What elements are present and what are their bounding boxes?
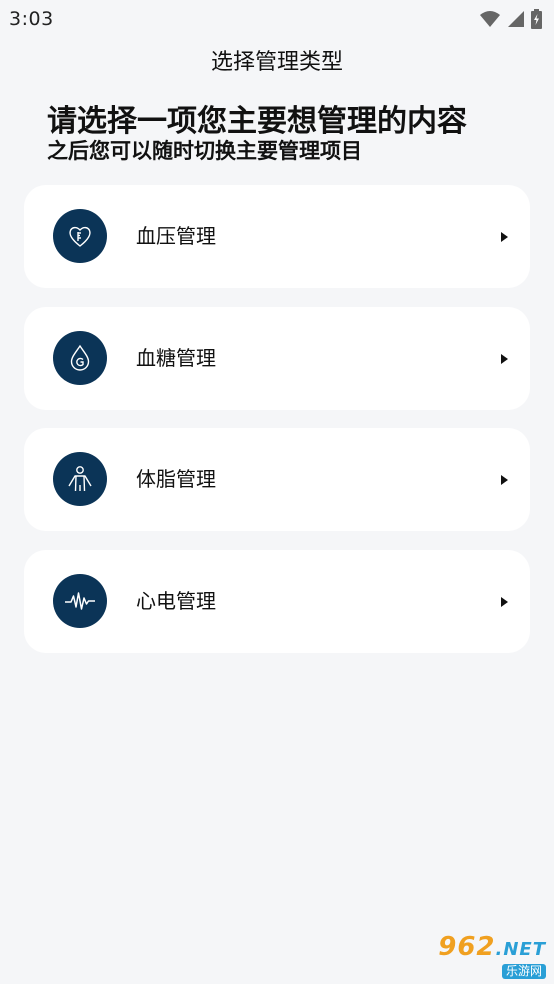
card-label: 血糖管理 (136, 345, 216, 370)
body-figure-icon (53, 452, 107, 506)
blood-glucose-card[interactable]: 血糖管理 (24, 306, 530, 410)
status-icons (479, 9, 542, 29)
card-label: 体脂管理 (136, 467, 216, 491)
wifi-icon (480, 11, 500, 27)
ecg-card[interactable]: 心电管理 (24, 549, 530, 653)
blood-pressure-card[interactable]: 血压管理 (24, 185, 530, 288)
site-watermark: 962.NET 乐游网 (414, 931, 546, 979)
status-bar: 3:03 (0, 0, 554, 38)
prompt-subheading: 之后您可以随时切换主要管理项目 (47, 139, 362, 163)
battery-icon (531, 9, 542, 29)
watermark-number: 962 (438, 931, 496, 962)
status-time: 3:03 (9, 8, 54, 30)
card-label: 血压管理 (136, 224, 216, 248)
watermark-domain: .NET (495, 938, 546, 960)
page-title: 选择管理类型 (210, 50, 343, 75)
signal-icon (508, 11, 524, 27)
glucose-drop-icon (53, 330, 107, 385)
prompt-heading: 请选择一项您主要想管理的内容 (47, 104, 467, 139)
chevron-right-icon (501, 475, 508, 485)
ecg-wave-icon (53, 573, 107, 628)
watermark-site-name: 乐游网 (501, 963, 546, 979)
card-label: 心电管理 (136, 588, 216, 613)
chevron-right-icon (501, 596, 508, 607)
management-type-list: 血压管理 血糖管理 体脂管理 心电管理 (24, 185, 530, 671)
body-fat-card[interactable]: 体脂管理 (24, 428, 530, 531)
chevron-right-icon (501, 353, 508, 364)
chevron-right-icon (501, 232, 508, 242)
heart-pressure-icon (53, 209, 107, 263)
